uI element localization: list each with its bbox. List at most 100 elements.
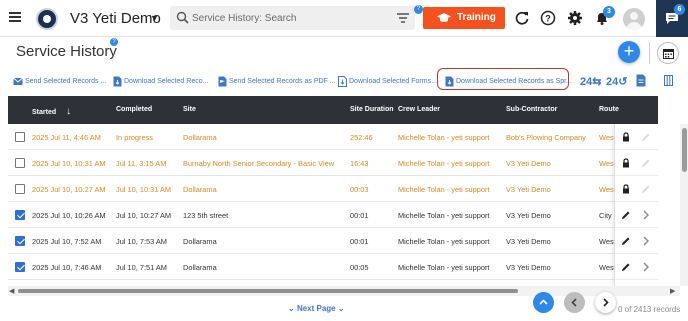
cell-site: Dollarama <box>183 133 217 142</box>
chevron-right-icon[interactable] <box>642 262 650 272</box>
cell-site: Dollarama <box>183 237 217 246</box>
edit-icon[interactable] <box>621 210 631 220</box>
cell-completed: Jul 10, 7:51 AM <box>116 263 167 272</box>
highlight-outline <box>437 68 569 90</box>
toolbar-label: Download Selected Reco... <box>124 78 209 85</box>
scroll-left-arrow[interactable]: ◀ <box>9 287 14 295</box>
edit-icon[interactable] <box>621 262 631 272</box>
chat-badge: 6 <box>674 4 685 15</box>
cell-sub: Bob's Plowing Company <box>506 133 586 142</box>
row-checkbox[interactable] <box>15 236 25 246</box>
table-header: Started ↓ Completed Site Site Duration C… <box>8 96 658 124</box>
cell-completed: Jul 10, 7:53 AM <box>116 237 167 246</box>
top-bar: V3 Yeti Demo ▼ ? Training ? 3 6 <box>0 0 688 37</box>
send-selected-records-button[interactable]: Send Selected Records ... <box>13 73 106 91</box>
row-checkbox[interactable] <box>15 184 25 194</box>
cell-route: City - <box>599 211 614 220</box>
avatar[interactable] <box>623 8 645 30</box>
sort-arrow-icon[interactable]: ↓ <box>66 106 71 117</box>
edit-disabled-icon <box>642 185 650 193</box>
search-help-badge[interactable]: ? <box>414 5 423 14</box>
scroll-top-button[interactable] <box>533 292 554 313</box>
download-selected-forms-button[interactable]: Download Selected Forms... <box>338 73 437 91</box>
table-row[interactable]: 2025 Jul 10, 10:27 AM Jul 10, 10:31 AM Dol… <box>8 176 614 202</box>
menu-icon[interactable] <box>9 12 21 22</box>
previous-page-button[interactable] <box>564 292 585 313</box>
app-name[interactable]: V3 Yeti Demo <box>70 10 161 27</box>
row-checkbox[interactable] <box>15 132 25 142</box>
table-row[interactable]: 2025 Jul 10, 10:31 AM Jul 11, 3:15 AM Burn… <box>8 150 614 176</box>
app-logo[interactable] <box>36 8 58 30</box>
table-row[interactable]: 2025 Jul 10, 7:46 AM Jul 10, 7:51 AM Dolla… <box>8 254 614 280</box>
row-checkbox[interactable] <box>15 210 25 220</box>
search-input[interactable] <box>192 9 382 27</box>
cell-duration: 16:43 <box>350 159 369 168</box>
calendar-icon <box>663 49 674 59</box>
calendar-button[interactable] <box>657 42 679 64</box>
cell-duration: 00:05 <box>350 263 369 272</box>
cell-sub: V3 Yeti Demo <box>506 185 551 194</box>
document-icon[interactable] <box>636 74 646 87</box>
scroll-right-arrow[interactable]: ▶ <box>670 287 675 295</box>
page-title: Service History <box>16 43 117 60</box>
column-crew-leader[interactable]: Crew Leader <box>398 106 440 113</box>
gear-icon[interactable] <box>567 10 583 26</box>
lock-icon <box>623 132 629 142</box>
refresh-icon[interactable] <box>514 10 530 26</box>
table-row[interactable]: 2025 Jul 10, 10:26 AM Jul 10, 10:27 AM 123… <box>8 202 614 228</box>
chevron-right-icon <box>603 298 609 307</box>
column-label: Started <box>32 109 57 116</box>
download-form-icon <box>338 75 347 87</box>
filter-icon[interactable] <box>395 10 411 26</box>
horizontal-scrollbar-thumb[interactable] <box>18 289 518 293</box>
cell-route: West <box>599 237 614 246</box>
help-icon[interactable]: ? <box>540 10 556 26</box>
toolbar-label: Send Selected Records ... <box>25 78 107 85</box>
cell-site: Burnaby North Senior Secondary - Basic V… <box>183 159 335 168</box>
cell-started: 2025 Jul 10, 10:26 AM <box>32 211 106 220</box>
lock-icon <box>623 184 629 194</box>
table-row[interactable]: 2025 Jul 11, 4:46 AM In progress Dollarama… <box>8 124 614 150</box>
next-page-button[interactable] <box>595 292 616 313</box>
page-help-badge[interactable]: ? <box>110 38 118 46</box>
row-actions <box>615 228 658 254</box>
cell-crew: Michelle Tolan - yeti support <box>398 159 490 168</box>
row-actions <box>615 150 658 176</box>
row-actions <box>615 176 658 202</box>
column-site[interactable]: Site <box>183 106 196 113</box>
chevron-down-icon[interactable]: ▼ <box>150 13 159 23</box>
cell-sub: V3 Yeti Demo <box>506 237 551 246</box>
column-route[interactable]: Route <box>599 106 619 113</box>
history-24h-icon[interactable]: 24↺ <box>606 75 627 88</box>
next-page-link[interactable]: ⌄ Next Page ⌄ <box>288 304 345 313</box>
table-body: 2025 Jul 11, 4:46 AM In progress Dollarama… <box>8 124 614 286</box>
table-row[interactable]: 2025 Jul 10, 7:52 AM Jul 10, 7:53 AM Dolla… <box>8 228 614 254</box>
cell-sub: V3 Yeti Demo <box>506 263 551 272</box>
columns-icon[interactable] <box>664 75 673 86</box>
column-started[interactable]: Started ↓ <box>32 106 71 117</box>
cell-completed: In progress <box>116 133 153 142</box>
vertical-scrollbar-thumb[interactable] <box>682 128 687 172</box>
edit-icon[interactable] <box>621 236 631 246</box>
chevron-right-icon[interactable] <box>642 236 650 246</box>
cell-route: West <box>599 159 614 168</box>
export-24h-icon[interactable]: 24⇆ <box>580 75 601 88</box>
cell-completed: Jul 10, 10:31 AM <box>116 185 172 194</box>
svg-text:?: ? <box>545 14 551 24</box>
column-completed[interactable]: Completed <box>116 106 152 113</box>
cell-started: 2025 Jul 10, 7:52 AM <box>32 237 102 246</box>
download-selected-records-button[interactable]: Download Selected Reco... <box>113 73 208 91</box>
edit-disabled-icon <box>642 133 650 141</box>
training-button[interactable]: Training <box>423 7 505 29</box>
row-checkbox[interactable] <box>15 262 25 272</box>
send-selected-records-pdf-button[interactable]: Send Selected Records as PDF ... <box>218 73 336 91</box>
add-button[interactable]: + <box>618 41 640 63</box>
cell-started: 2025 Jul 10, 7:46 AM <box>32 263 102 272</box>
row-checkbox[interactable] <box>15 158 25 168</box>
column-sub-contractor[interactable]: Sub-Contractor <box>506 106 557 113</box>
record-count: 0 of 2413 records <box>618 305 681 314</box>
chevron-right-icon[interactable] <box>642 210 650 220</box>
column-site-duration[interactable]: Site Duration <box>350 106 394 113</box>
row-actions <box>615 254 658 280</box>
next-page-label: Next Page <box>296 304 336 313</box>
